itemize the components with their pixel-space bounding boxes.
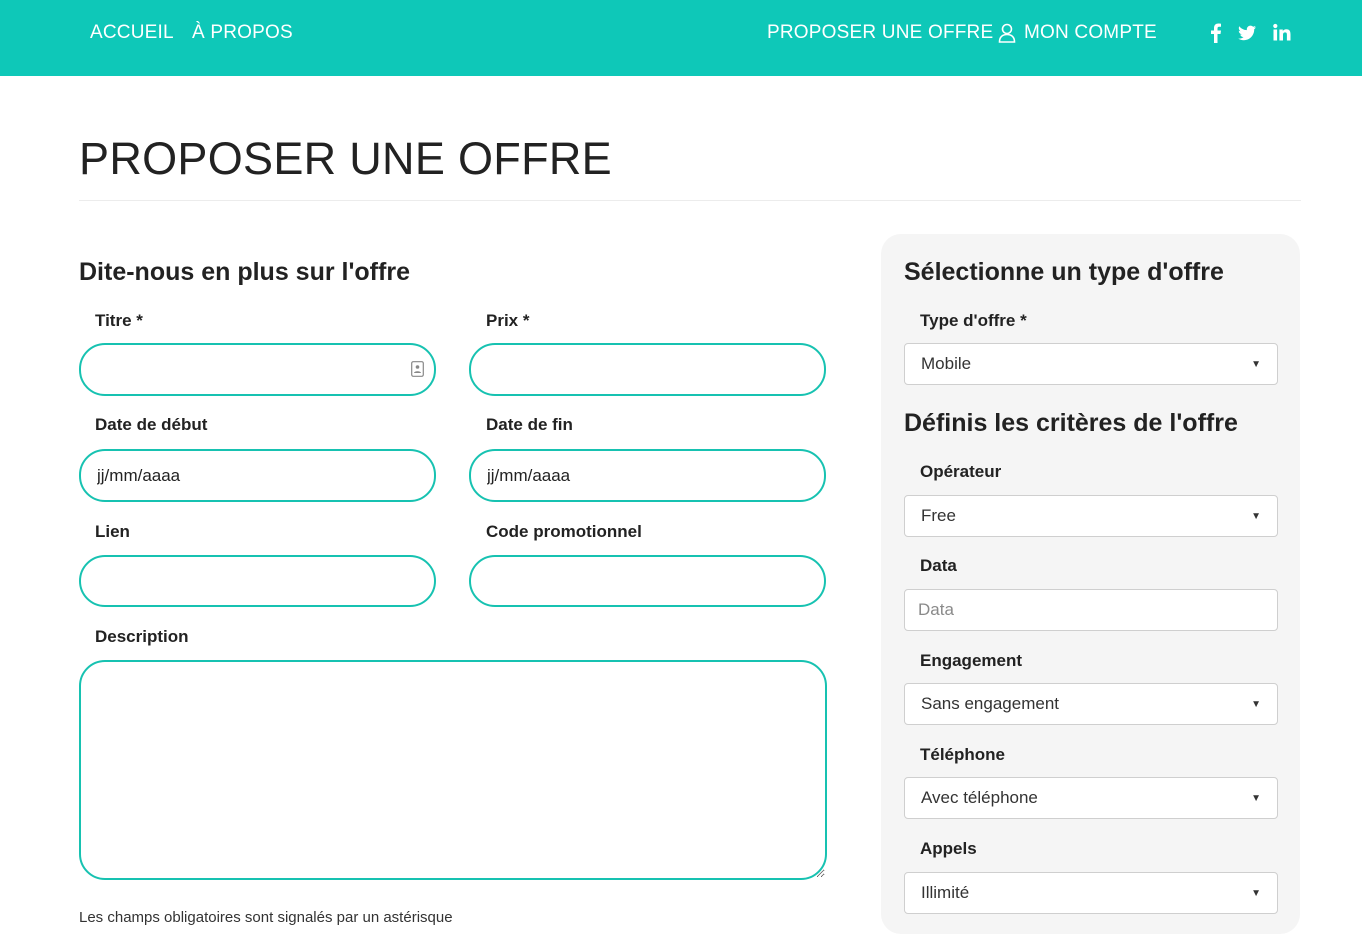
user-icon (998, 23, 1016, 43)
offer-type-select[interactable]: Mobile ▼ (904, 343, 1278, 385)
promo-code-input[interactable] (469, 555, 826, 607)
title-divider (79, 200, 1301, 201)
facebook-icon[interactable] (1206, 22, 1226, 44)
description-label: Description (95, 627, 189, 646)
calls-value: Illimité (921, 883, 970, 902)
form-heading: Dite-nous en plus sur l'offre (79, 258, 410, 286)
calls-label: Appels (920, 839, 977, 858)
nav-link-about[interactable]: À PROPOS (192, 20, 293, 46)
end-date-input[interactable] (469, 449, 826, 502)
description-textarea[interactable] (79, 660, 827, 880)
contact-card-icon[interactable] (411, 361, 424, 377)
chevron-down-icon: ▼ (1251, 698, 1261, 710)
calls-select[interactable]: Illimité ▼ (904, 872, 1278, 914)
phone-value: Avec téléphone (921, 788, 1038, 807)
engagement-label: Engagement (920, 651, 1023, 670)
nav-link-account[interactable]: MON COMPTE (998, 20, 1157, 46)
link-label: Lien (95, 522, 130, 541)
page-title: PROPOSER UNE OFFRE (79, 133, 612, 184)
twitter-icon[interactable] (1237, 22, 1257, 44)
phone-label: Téléphone (920, 745, 1006, 764)
engagement-value: Sans engagement (921, 694, 1059, 713)
criteria-heading: Définis les critères de l'offre (904, 409, 1238, 437)
chevron-down-icon: ▼ (1251, 510, 1261, 522)
price-input[interactable] (469, 343, 826, 396)
linkedin-icon[interactable] (1272, 22, 1292, 44)
title-label: Titre * (95, 311, 143, 330)
account-label: MON COMPTE (1024, 22, 1157, 43)
offer-type-label: Type d'offre * (920, 311, 1027, 330)
operator-select[interactable]: Free ▼ (904, 495, 1278, 537)
offer-type-value: Mobile (921, 354, 972, 373)
nav-link-propose-offer[interactable]: PROPOSER UNE OFFRE (767, 20, 993, 46)
chevron-down-icon: ▼ (1251, 358, 1261, 370)
link-input[interactable] (79, 555, 436, 607)
operator-value: Free (921, 506, 956, 525)
chevron-down-icon: ▼ (1251, 887, 1261, 899)
title-input[interactable] (79, 343, 436, 396)
start-date-label: Date de début (95, 415, 208, 434)
offer-criteria-panel (881, 234, 1300, 934)
data-label: Data (920, 556, 957, 575)
promo-code-label: Code promotionnel (486, 522, 642, 541)
start-date-input[interactable] (79, 449, 436, 502)
engagement-select[interactable]: Sans engagement ▼ (904, 683, 1278, 725)
end-date-label: Date de fin (486, 415, 573, 434)
chevron-down-icon: ▼ (1251, 792, 1261, 804)
price-label: Prix * (486, 311, 530, 330)
top-navbar: ACCUEIL À PROPOS PROPOSER UNE OFFRE MON … (0, 0, 1362, 76)
data-input[interactable] (904, 589, 1278, 631)
offer-type-heading: Sélectionne un type d'offre (904, 258, 1224, 286)
phone-select[interactable]: Avec téléphone ▼ (904, 777, 1278, 819)
nav-link-home[interactable]: ACCUEIL (90, 20, 174, 46)
operator-label: Opérateur (920, 462, 1002, 481)
required-fields-note: Les champs obligatoires sont signalés pa… (79, 909, 453, 926)
